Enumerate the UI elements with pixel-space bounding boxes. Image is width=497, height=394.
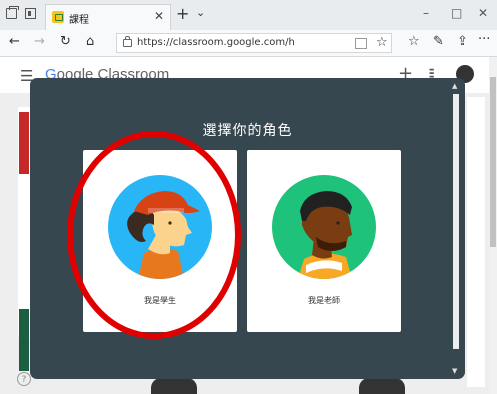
close-window-button[interactable]: ✕ xyxy=(478,6,488,20)
scroll-down-arrow-icon[interactable]: ▼ xyxy=(452,367,457,375)
dialog-title: 選擇你的角色 xyxy=(202,123,293,139)
teacher-role-card[interactable]: 我是老師 xyxy=(247,150,401,332)
address-bar-row: ← → ↻ ⌂ https://classroom.google.com/h ☆… xyxy=(0,30,497,57)
refresh-button[interactable]: ↻ xyxy=(60,34,71,49)
annotation-circle xyxy=(67,131,241,339)
teacher-illustration xyxy=(272,175,376,279)
dialog-scrollbar[interactable]: ▲ ▼ xyxy=(452,82,460,375)
back-button[interactable]: ← xyxy=(9,34,20,49)
tab-title: 課程 xyxy=(69,15,89,26)
browser-tab[interactable]: 課程 ✕ xyxy=(45,4,171,30)
page-scroll-thumb[interactable] xyxy=(490,77,496,247)
new-tab-button[interactable]: + xyxy=(176,4,189,23)
tab-list-button[interactable]: ⌄ xyxy=(196,6,205,19)
lock-icon xyxy=(123,36,132,47)
classroom-favicon-icon xyxy=(52,11,64,23)
forward-button[interactable]: → xyxy=(34,34,45,49)
favorite-star-icon[interactable]: ☆ xyxy=(376,35,388,50)
home-button[interactable]: ⌂ xyxy=(86,34,94,49)
maximize-button[interactable]: □ xyxy=(451,6,462,20)
right-panel-bg xyxy=(467,97,485,387)
help-icon[interactable]: ? xyxy=(17,372,31,386)
teacher-role-label: 我是老師 xyxy=(308,296,340,305)
notes-icon[interactable]: ✎ xyxy=(433,34,444,49)
more-icon[interactable]: ··· xyxy=(478,32,490,47)
favorites-icon[interactable]: ☆ xyxy=(408,34,420,49)
tab-preview-icon[interactable] xyxy=(25,8,36,19)
scroll-up-arrow-icon[interactable]: ▲ xyxy=(452,82,457,90)
tabs-set-aside-icon[interactable] xyxy=(6,6,19,19)
class-card-stripe xyxy=(19,309,29,371)
share-icon[interactable]: ⇪ xyxy=(457,34,468,49)
url-text: https://classroom.google.com/h xyxy=(137,37,295,48)
tab-bar: 課程 ✕ + ⌄ – □ ✕ xyxy=(0,0,497,30)
dialog-scroll-thumb[interactable] xyxy=(453,94,459,349)
url-input[interactable]: https://classroom.google.com/h ☆ xyxy=(116,33,392,53)
background-illustration xyxy=(359,378,405,394)
minimize-button[interactable]: – xyxy=(423,6,429,20)
reading-view-icon[interactable] xyxy=(355,38,367,49)
class-card-stripe xyxy=(19,112,29,174)
background-illustration xyxy=(151,378,197,394)
tab-close-icon[interactable]: ✕ xyxy=(154,9,164,23)
